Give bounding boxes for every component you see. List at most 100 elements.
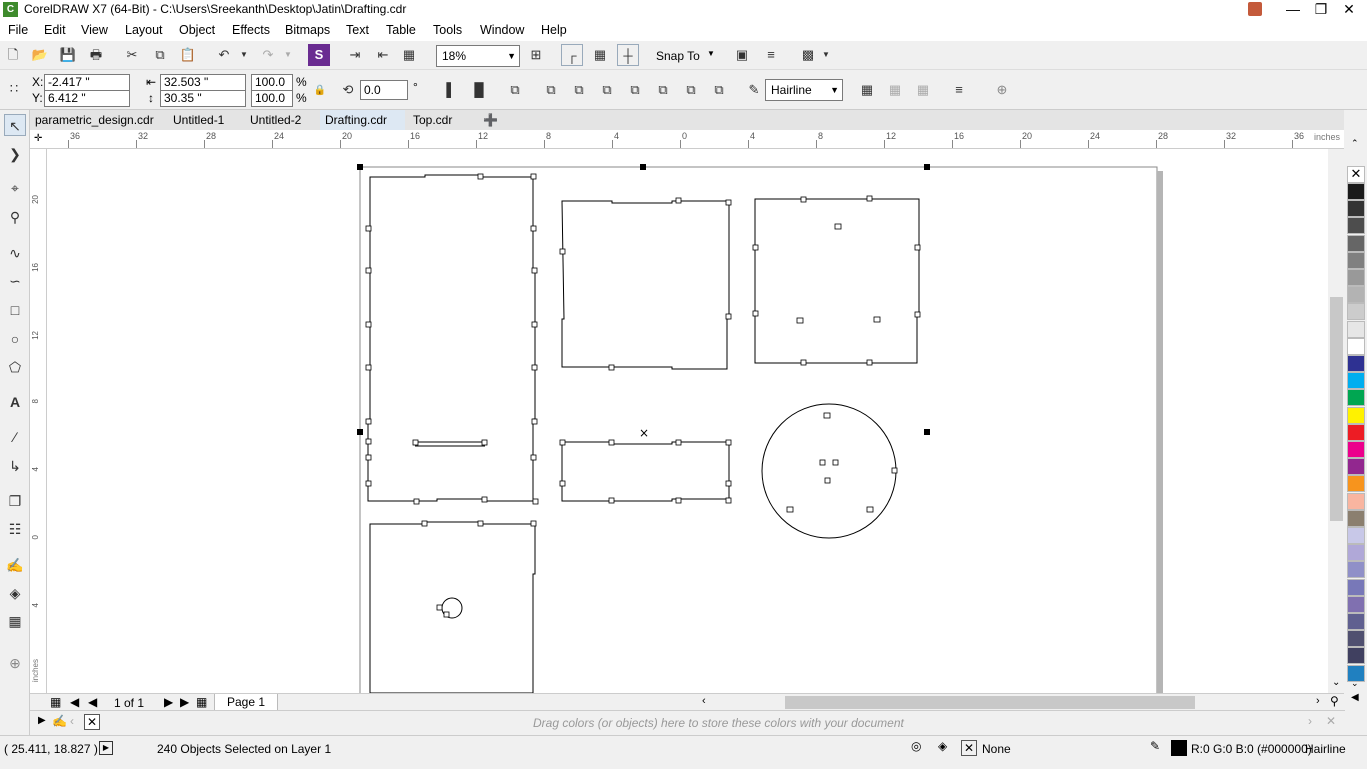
color-swatch[interactable] [1347,441,1365,458]
snap-to-dropdown[interactable]: Snap To [656,49,700,63]
options-icon[interactable]: ≡ [760,44,782,66]
color-swatch[interactable] [1347,200,1365,218]
color-swatch[interactable] [1347,389,1365,407]
horizontal-ruler[interactable]: ✛ 36 32 28 24 20 16 12 8 4 0 4 8 12 16 20 24 28 32 36 inch… [30,130,1344,149]
polygon-tool-icon[interactable]: ⬠ [4,356,26,378]
minimize-button[interactable]: — [1278,0,1308,19]
color-swatch[interactable] [1347,492,1365,510]
tab-drafting[interactable]: Drafting.cdr [320,110,405,130]
reference-point-icon[interactable]: ∷ [3,78,25,100]
lock-ratio-icon[interactable]: 🔒 [309,80,331,102]
menu-object[interactable]: Object [179,23,215,37]
add-page-after-icon[interactable]: ▦ [196,695,207,709]
color-swatch[interactable] [1347,183,1365,200]
color-swatch[interactable] [1347,320,1365,338]
object-properties-icon[interactable]: ◎ [911,739,921,753]
connector-tool-icon[interactable]: ↳ [4,455,26,477]
color-swatch[interactable] [1347,303,1365,321]
page-tab[interactable]: Page 1 [214,694,279,711]
color-swatch[interactable] [1347,251,1365,269]
publish-pdf-icon[interactable]: ▦ [398,44,420,66]
ellipse-tool-icon[interactable]: ○ [4,328,26,350]
show-guidelines-icon[interactable]: ┼ [617,44,639,66]
doc-palette-no-color-swatch[interactable]: ✕ [84,714,100,730]
previous-page-icon[interactable]: ◀ [88,695,97,709]
new-document-icon[interactable]: 🗋 [2,44,24,66]
color-swatch[interactable] [1347,217,1365,235]
color-swatch[interactable] [1347,372,1365,390]
shape-tool-icon[interactable]: ❯ [4,143,26,165]
doc-palette-scroll-left-icon[interactable]: ‹ [70,714,74,728]
color-swatch[interactable] [1347,613,1365,630]
menu-view[interactable]: View [81,23,108,37]
color-swatch[interactable] [1347,475,1365,493]
show-rulers-icon[interactable]: ┌ [561,44,583,66]
width-field[interactable]: 32.503 " [160,74,246,91]
first-page-icon[interactable]: ◀ [70,695,79,709]
scale-height-field[interactable]: 100.0 [251,90,293,107]
search-content-icon[interactable]: S [308,44,330,66]
menu-table[interactable]: Table [386,23,416,37]
x-position-field[interactable]: -2.417 " [44,74,130,91]
quick-customize-tool-icon[interactable]: ⊕ [4,652,26,674]
next-page-icon[interactable]: ▶ [164,695,173,709]
color-swatch[interactable] [1347,406,1365,424]
color-swatch[interactable] [1347,561,1365,579]
color-swatch[interactable] [1347,578,1365,596]
color-swatch[interactable] [1347,544,1365,562]
launcher-dropdown-icon[interactable]: ▼ [815,44,837,66]
doc-palette-menu-icon[interactable]: ▶ [38,715,46,726]
last-page-icon[interactable]: ▶ [180,695,189,709]
save-icon[interactable]: 💾 [57,44,79,66]
menu-tools[interactable]: Tools [433,23,462,37]
color-eyedropper-tool-icon[interactable]: ✍ [4,554,26,576]
redo-icon[interactable]: ↷ [257,44,279,66]
zoom-navigator-icon[interactable]: ⚲ [1330,694,1339,708]
tab-top[interactable]: Top.cdr [408,110,457,130]
pick-tool-icon[interactable]: ↖ [4,114,26,136]
weld-icon[interactable]: ⧉ [568,79,590,101]
outline-pen-status-icon[interactable]: ✎ [1150,739,1160,753]
eyedropper-icon[interactable]: ✍ [52,714,67,728]
show-grid-icon[interactable]: ▦ [589,44,611,66]
rotation-field[interactable]: 0.0 [360,80,408,100]
fill-icon[interactable]: ◈ [938,739,947,753]
freehand-tool-icon[interactable]: ∿ [4,242,26,264]
menu-help[interactable]: Help [541,23,567,37]
add-page-before-icon[interactable]: ▦ [50,695,61,709]
color-swatch[interactable] [1347,595,1365,613]
palette-scroll-up-icon[interactable]: ⌃ [1351,138,1359,149]
group-icon[interactable]: ⧉ [504,79,526,101]
import-icon[interactable]: ⇥ [344,44,366,66]
cut-icon[interactable]: ✂ [121,44,143,66]
color-swatch[interactable] [1347,423,1365,441]
convert-to-curves-icon[interactable]: ▦ [884,79,906,101]
menu-layout[interactable]: Layout [125,23,163,37]
menu-bitmaps[interactable]: Bitmaps [285,23,330,37]
color-swatch[interactable] [1347,269,1365,286]
full-screen-preview-icon[interactable]: ⊞ [525,44,547,66]
tab-untitled-2[interactable]: Untitled-2 [245,110,306,130]
mirror-vertical-icon[interactable]: █ [468,79,490,101]
text-tool-icon[interactable]: A [4,391,26,413]
align-distribute-icon[interactable]: ≡ [948,79,970,101]
scale-width-field[interactable]: 100.0 [251,74,293,91]
color-swatch[interactable] [1347,286,1365,304]
palette-expand-icon[interactable]: ◀ [1351,692,1359,703]
color-swatch[interactable] [1347,630,1365,648]
paste-icon[interactable]: 📋 [177,44,199,66]
color-swatch[interactable] [1347,458,1365,476]
scroll-right-icon[interactable]: › [1316,695,1320,707]
drawing-svg[interactable]: × [47,149,1345,693]
maximize-button[interactable]: ❐ [1306,0,1336,19]
drop-shadow-tool-icon[interactable]: ❐ [4,490,26,512]
mirror-horizontal-icon[interactable]: ▌ [440,79,462,101]
doc-palette-scroll-right-icon[interactable]: › [1308,714,1312,728]
color-swatch[interactable] [1347,647,1365,665]
status-more-icon[interactable]: ▶ [99,741,113,755]
vertical-ruler[interactable]: 20 16 12 8 4 0 4 inches [30,149,47,693]
create-boundary-icon[interactable]: ▦ [856,79,878,101]
simplify-icon[interactable]: ⧉ [652,79,674,101]
rectangle-tool-icon[interactable]: □ [4,299,26,321]
y-position-field[interactable]: 6.412 " [44,90,130,107]
